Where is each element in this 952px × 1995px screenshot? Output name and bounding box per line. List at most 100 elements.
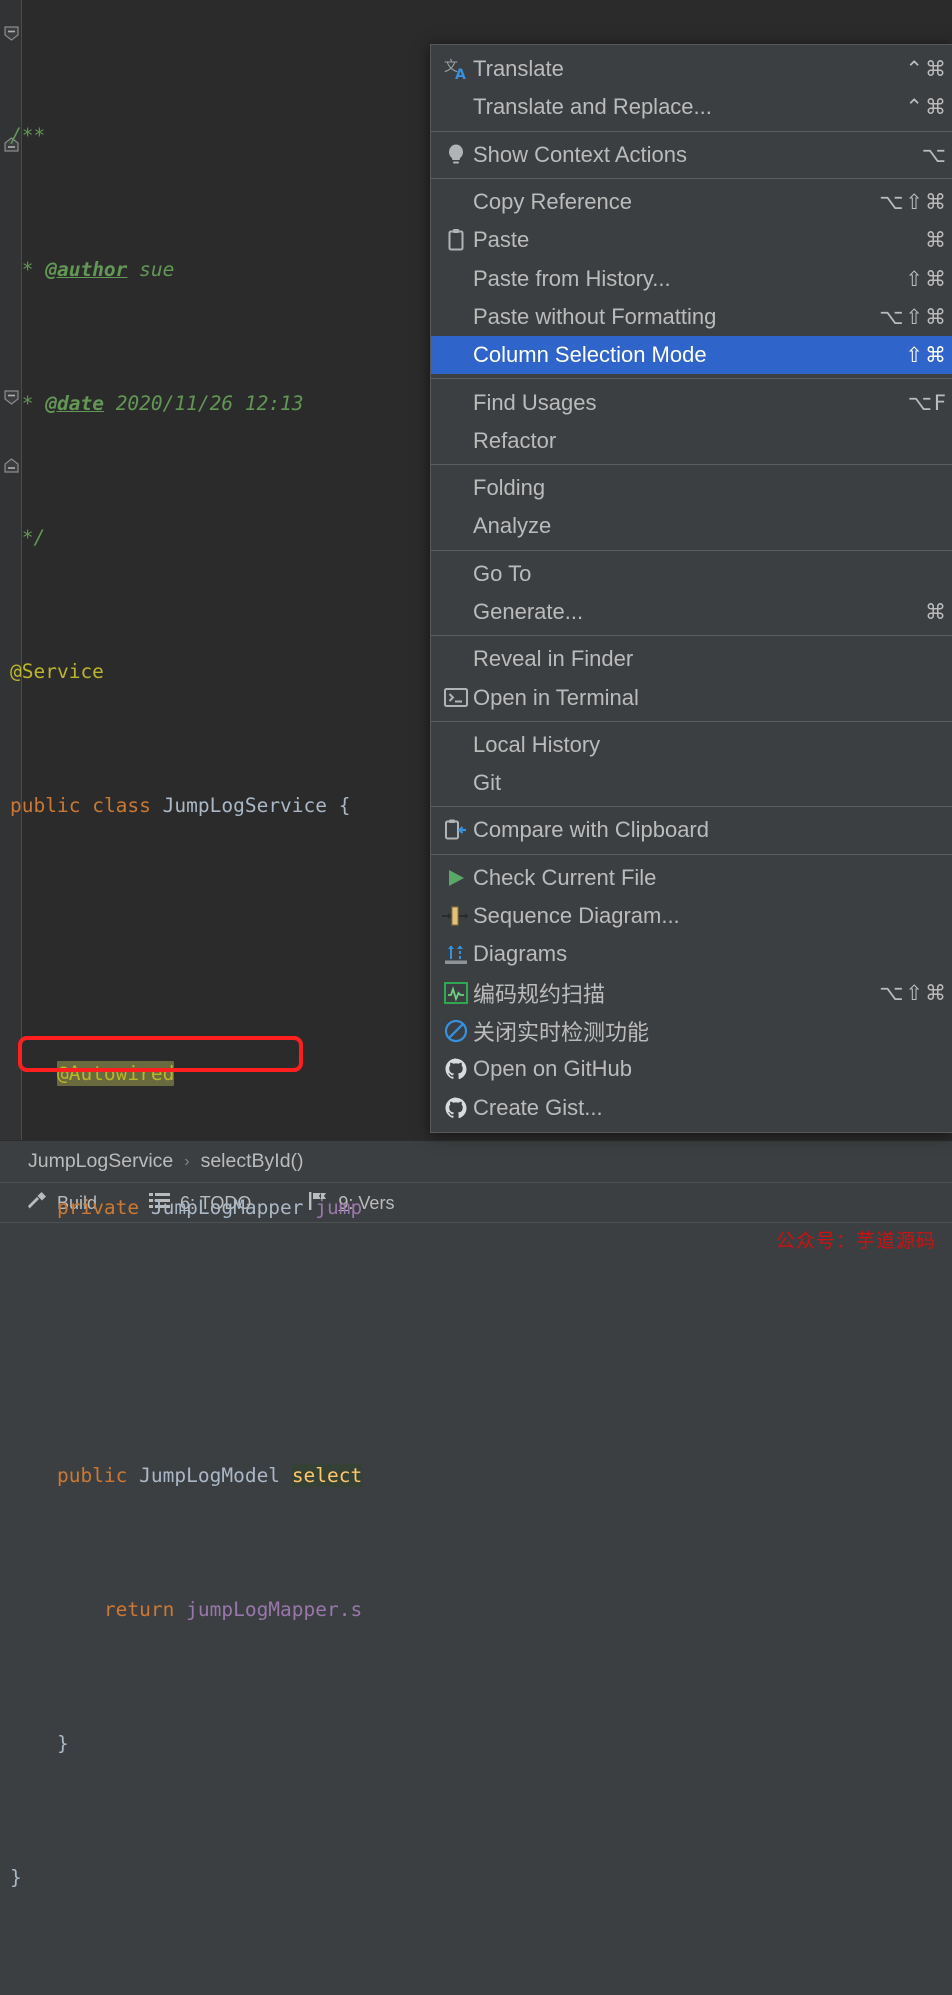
menu-item-generate[interactable]: Generate... ⌘ bbox=[431, 593, 952, 631]
scan-green-icon bbox=[439, 980, 473, 1006]
github-icon bbox=[439, 1095, 473, 1121]
menu-label-git: Git bbox=[473, 770, 502, 796]
menu-item-open-in-terminal[interactable]: Open in Terminal bbox=[431, 678, 952, 716]
code-token-comment-close: */ bbox=[21, 525, 46, 549]
code-token-kw-public: public bbox=[10, 793, 81, 817]
menu-label-paste: Paste bbox=[473, 227, 530, 253]
menu-separator bbox=[431, 635, 952, 637]
code-token-method-name: select bbox=[291, 1463, 363, 1487]
menu-label-translate-and-replace: Translate and Replace... bbox=[473, 94, 712, 120]
menu-shortcut-paste-from-history: ⇧⌘ bbox=[905, 266, 948, 291]
menu-item-copy-reference[interactable]: Copy Reference ⌥⇧⌘ bbox=[431, 183, 952, 221]
code-token-asterisk: * bbox=[10, 257, 46, 281]
menu-item-disable-realtime-detection[interactable]: 关闭实时检测功能 bbox=[431, 1012, 952, 1050]
menu-item-show-context-actions[interactable]: Show Context Actions ⌥ bbox=[431, 136, 952, 174]
menu-label-coding-convention-scan: 编码规约扫描 bbox=[473, 982, 606, 1008]
menu-item-coding-convention-scan[interactable]: 编码规约扫描 ⌥⇧⌘ bbox=[431, 974, 952, 1012]
github-icon bbox=[439, 1056, 473, 1082]
menu-item-refactor[interactable]: Refactor bbox=[431, 422, 952, 460]
menu-item-analyze[interactable]: Analyze bbox=[431, 507, 952, 545]
menu-label-paste-without-formatting: Paste without Formatting bbox=[473, 303, 717, 329]
code-line: } bbox=[0, 1861, 952, 1895]
menu-item-folding[interactable]: Folding bbox=[431, 469, 952, 507]
menu-label-disable-realtime-detection: 关闭实时检测功能 bbox=[473, 1020, 650, 1046]
code-token-mapper-field: jump bbox=[315, 1195, 363, 1219]
menu-label-reveal-in-finder: Reveal in Finder bbox=[473, 646, 634, 672]
breadcrumb-item-class[interactable]: JumpLogService bbox=[28, 1150, 173, 1173]
menu-shortcut-translate: ⌃⌘ bbox=[905, 57, 948, 82]
menu-label-folding: Folding bbox=[473, 475, 546, 501]
no-icon bbox=[439, 304, 473, 330]
code-token-author-tag: @author bbox=[45, 257, 128, 281]
menu-item-sequence-diagram[interactable]: Sequence Diagram... bbox=[431, 897, 952, 935]
menu-item-compare-with-clipboard[interactable]: Compare with Clipboard bbox=[431, 811, 952, 849]
code-token-kw-return: return bbox=[103, 1597, 175, 1621]
code-line: return jumpLogMapper.s bbox=[0, 1593, 952, 1627]
menu-item-reveal-in-finder[interactable]: Reveal in Finder bbox=[431, 640, 952, 678]
menu-item-git[interactable]: Git bbox=[431, 764, 952, 802]
code-token-brace-close-inner: } bbox=[56, 1731, 69, 1755]
no-icon bbox=[439, 513, 473, 539]
terminal-icon bbox=[439, 685, 473, 711]
no-icon bbox=[439, 770, 473, 796]
code-token-comment-open: /** bbox=[10, 123, 46, 147]
menu-item-translate[interactable]: 文 A Translate ⌃⌘ bbox=[431, 50, 952, 88]
code-token-pad bbox=[10, 526, 22, 549]
menu-label-open-on-github: Open on GitHub bbox=[473, 1056, 632, 1082]
breadcrumb[interactable]: JumpLogService › selectById() bbox=[0, 1140, 952, 1182]
code-token-service-annotation: @Service bbox=[10, 659, 104, 683]
menu-item-create-gist[interactable]: Create Gist... bbox=[431, 1088, 952, 1126]
menu-shortcut-copy-reference: ⌥⇧⌘ bbox=[879, 190, 948, 215]
menu-item-diagrams[interactable]: Diagrams bbox=[431, 935, 952, 973]
code-token-model-type: JumpLogModel bbox=[139, 1463, 281, 1487]
menu-label-find-usages: Find Usages bbox=[473, 389, 597, 415]
lightbulb-icon bbox=[439, 142, 473, 168]
menu-label-local-history: Local History bbox=[473, 731, 601, 757]
menu-shortcut-show-context-actions: ⌥ bbox=[921, 142, 948, 167]
code-token-author-value: sue bbox=[139, 257, 175, 281]
menu-separator bbox=[431, 177, 952, 179]
no-icon bbox=[439, 342, 473, 368]
no-icon bbox=[439, 732, 473, 758]
menu-item-go-to[interactable]: Go To bbox=[431, 555, 952, 593]
menu-separator bbox=[431, 853, 952, 855]
menu-separator bbox=[431, 378, 952, 380]
menu-item-column-selection-mode[interactable]: Column Selection Mode ⇧⌘ bbox=[431, 336, 952, 375]
breadcrumb-item-method[interactable]: selectById() bbox=[201, 1150, 304, 1173]
menu-label-open-in-terminal: Open in Terminal bbox=[473, 684, 639, 710]
menu-label-show-context-actions: Show Context Actions bbox=[473, 141, 688, 167]
editor-context-menu[interactable]: 文 A Translate ⌃⌘ Translate and Replace..… bbox=[430, 44, 952, 1133]
menu-item-paste[interactable]: Paste ⌘ bbox=[431, 221, 952, 259]
menu-label-create-gist: Create Gist... bbox=[473, 1094, 603, 1120]
menu-item-check-current-file[interactable]: Check Current File bbox=[431, 859, 952, 897]
code-token-mapper-ref: jumpLogMapper.s bbox=[186, 1597, 363, 1621]
play-green-icon bbox=[439, 865, 473, 891]
translate-icon: 文 A bbox=[439, 56, 473, 82]
clipboard-icon bbox=[439, 227, 473, 253]
no-icon bbox=[439, 475, 473, 501]
menu-label-check-current-file: Check Current File bbox=[473, 864, 657, 890]
menu-separator bbox=[431, 720, 952, 722]
no-icon bbox=[439, 428, 473, 454]
sequence-diagram-icon bbox=[439, 903, 473, 929]
menu-item-paste-without-formatting[interactable]: Paste without Formatting ⌥⇧⌘ bbox=[431, 298, 952, 336]
menu-item-open-on-github[interactable]: Open on GitHub bbox=[431, 1050, 952, 1088]
menu-item-translate-and-replace[interactable]: Translate and Replace... ⌃⌘ bbox=[431, 88, 952, 126]
code-token-brace-close-outer: } bbox=[10, 1865, 22, 1889]
no-icon bbox=[439, 561, 473, 587]
menu-item-paste-from-history[interactable]: Paste from History... ⇧⌘ bbox=[431, 259, 952, 297]
no-icon bbox=[439, 189, 473, 215]
menu-separator bbox=[431, 130, 952, 132]
menu-item-find-usages[interactable]: Find Usages ⌥F bbox=[431, 383, 952, 421]
code-token-mapper-type: JumpLogMapper bbox=[150, 1195, 304, 1219]
menu-item-local-history[interactable]: Local History bbox=[431, 726, 952, 764]
menu-shortcut-column-selection-mode: ⇧⌘ bbox=[905, 343, 948, 368]
menu-label-paste-from-history: Paste from History... bbox=[473, 265, 671, 291]
